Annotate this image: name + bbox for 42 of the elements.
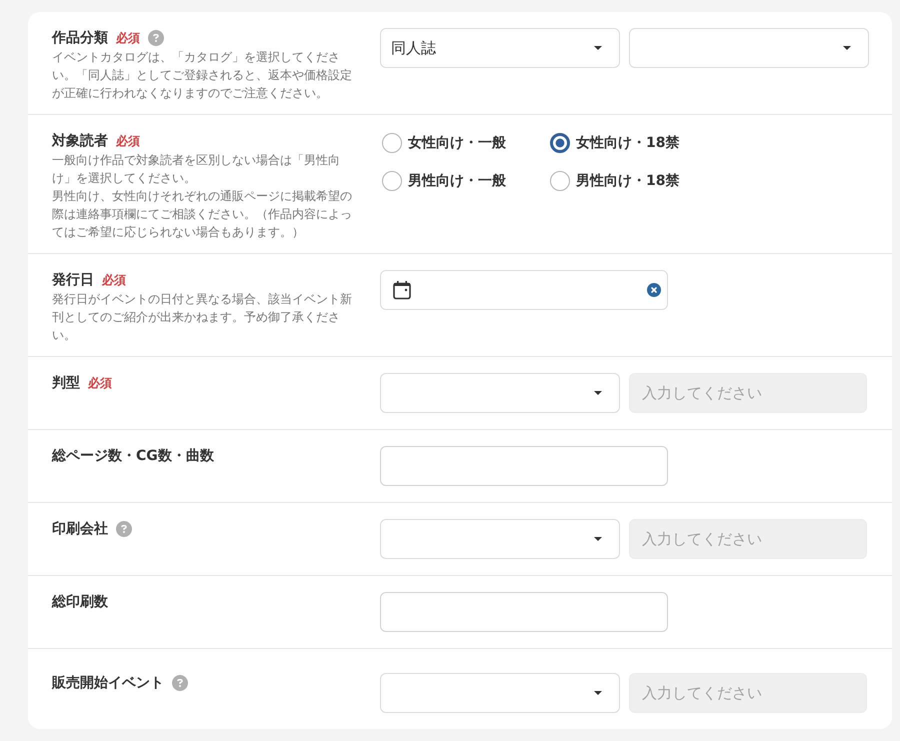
date-field[interactable]: [380, 270, 668, 310]
radio-label[interactable]: 男性向け・一般: [408, 172, 506, 190]
required-label: 必須: [88, 374, 112, 392]
clear-icon[interactable]: [647, 283, 661, 297]
field-description: イベントカタログは、「カタログ」を選択してください。「同人誌」としてご登録されると、返本や価格設定が正確に行われなくなりますのでご注意ください。: [52, 49, 352, 102]
field-label: 判型: [52, 374, 80, 392]
required-label: 必須: [116, 132, 140, 150]
field-label: 総印刷数: [52, 593, 108, 611]
caret-icon: [594, 391, 602, 395]
radio-button[interactable]: [550, 133, 570, 153]
field-label: 総ページ数・CG数・曲数: [52, 447, 214, 465]
field-description: 男性向け、女性向けそれぞれの通販ページに掲載希望の際は連絡事項欄にてご相談ください。（作品内容によってはご希望に応じられない場合もあります。）: [52, 188, 352, 241]
radio-button[interactable]: [550, 171, 570, 191]
required-label: 必須: [116, 30, 140, 46]
radio-label[interactable]: 女性向け・一般: [408, 134, 506, 152]
field-label: 販売開始イベント: [52, 674, 164, 692]
radio-label[interactable]: 女性向け・18禁: [576, 134, 680, 152]
dropdown[interactable]: [380, 519, 620, 559]
radio-button[interactable]: [382, 133, 402, 153]
caret-icon: [594, 691, 602, 695]
field-label: 発行日: [52, 271, 94, 289]
dropdown[interactable]: [380, 373, 620, 413]
calendar-icon: [392, 280, 412, 300]
caret-icon: [843, 46, 851, 50]
help-icon[interactable]: [172, 675, 188, 691]
help-icon[interactable]: [116, 521, 132, 537]
dropdown[interactable]: 同人誌: [380, 28, 620, 68]
required-label: 必須: [102, 272, 126, 288]
radio-button[interactable]: [382, 171, 402, 191]
radio-label[interactable]: 男性向け・18禁: [576, 172, 680, 190]
dropdown[interactable]: [380, 673, 620, 713]
dropdown[interactable]: [629, 28, 869, 68]
help-icon[interactable]: [148, 30, 164, 46]
field-label: 作品分類: [52, 29, 108, 47]
field-description: 一般向け作品で対象読者を区別しない場合は「男性向け」を選択してください。: [52, 152, 341, 187]
field-label: 印刷会社: [52, 520, 108, 538]
caret-icon: [594, 46, 602, 50]
input-field[interactable]: [380, 446, 668, 486]
input-field[interactable]: [380, 592, 668, 632]
caret-icon: [594, 537, 602, 541]
field-label: 対象読者: [52, 132, 108, 150]
field-description: 発行日がイベントの日付と異なる場合、該当イベント新刊としてのご紹介が出来かねます。予め御了承ください。: [52, 291, 352, 344]
